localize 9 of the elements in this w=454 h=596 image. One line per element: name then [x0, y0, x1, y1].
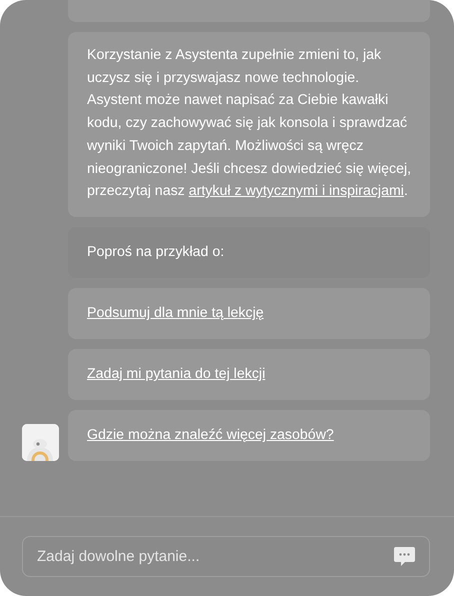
- chat-icon: [394, 547, 415, 566]
- question-field[interactable]: Zadaj dowolne pytanie...: [22, 536, 430, 577]
- suggestion-link[interactable]: Zadaj mi pytania do tej lekcji: [87, 363, 266, 386]
- article-link[interactable]: artykuł z wytycznymi i inspiracjami: [188, 183, 404, 200]
- suggestion-link[interactable]: Podsumuj dla mnie tą lekcję: [87, 302, 264, 325]
- suggestion-link[interactable]: Gdzie można znaleźć więcej zasobów?: [87, 424, 334, 447]
- message-text: Korzystanie z Asystenta zupełnie zmieni to, jak uczysz się i przyswajasz nowe technologie. Asystent może nawet napisać za Ciebie kawałki kodu, czy zachowywać się jak konsola i sprawdzać wyniki Twoich zapytań. Możliwości są wręcz nieograniczone! Jeśli chcesz dowiedzieć się więcej, przeczytaj nasz artykuł z wytycznymi i inspiracjami.: [87, 46, 412, 202]
- prompt-label: Poproś na przykład o:: [87, 243, 224, 262]
- avatar-icon: [22, 424, 59, 461]
